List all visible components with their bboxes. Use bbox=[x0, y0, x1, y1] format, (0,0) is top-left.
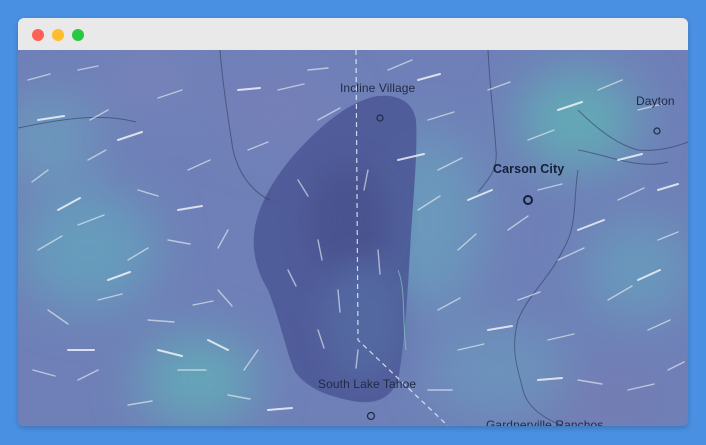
wind-map[interactable]: Incline Village Dayton Carson City South… bbox=[18, 50, 688, 426]
minimize-window-button[interactable] bbox=[52, 29, 64, 41]
app-window: Incline Village Dayton Carson City South… bbox=[18, 18, 688, 426]
place-label-incline-village[interactable]: Incline Village bbox=[340, 81, 415, 95]
map-canvas[interactable] bbox=[18, 50, 688, 426]
title-bar bbox=[18, 18, 688, 51]
place-label-dayton[interactable]: Dayton bbox=[636, 94, 675, 108]
place-label-south-lake-tahoe[interactable]: South Lake Tahoe bbox=[318, 377, 416, 391]
place-label-carson-city[interactable]: Carson City bbox=[493, 162, 564, 176]
place-label-gardnerville-ranchos[interactable]: Gardnerville Ranchos bbox=[486, 418, 603, 426]
zoom-window-button[interactable] bbox=[72, 29, 84, 41]
close-window-button[interactable] bbox=[32, 29, 44, 41]
